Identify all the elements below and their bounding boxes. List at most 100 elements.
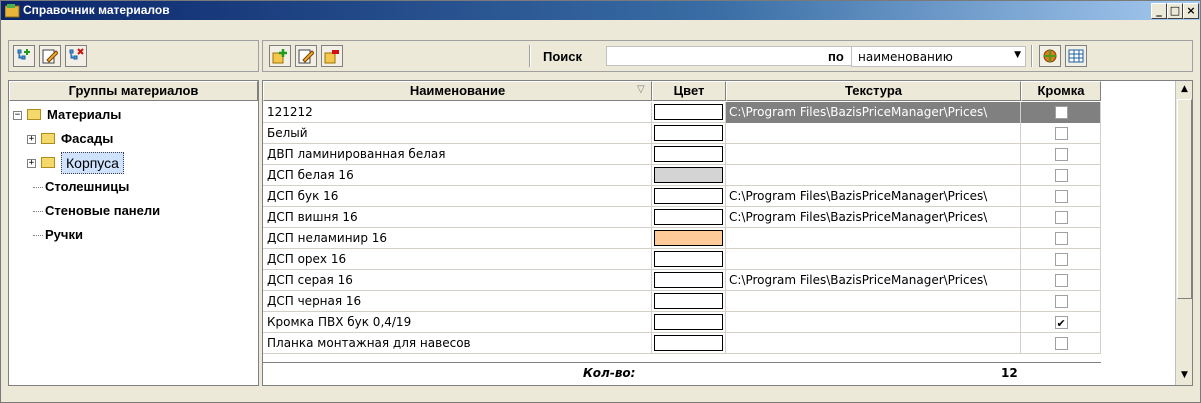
cell-edge xyxy=(1021,186,1101,207)
table-row[interactable]: ДСП орех 16 xyxy=(263,249,1101,270)
add-group-button[interactable] xyxy=(13,45,35,67)
cell-texture xyxy=(726,291,1021,312)
grid-footer: Кол-во: 12 xyxy=(263,362,1101,384)
cell-edge xyxy=(1021,123,1101,144)
maximize-button[interactable]: □ xyxy=(1167,3,1183,19)
delete-group-button[interactable] xyxy=(65,45,87,67)
tree-delete-icon xyxy=(69,48,84,60)
tree-item[interactable]: Ручки xyxy=(9,223,258,247)
cell-name: ДСП серая 16 xyxy=(263,270,652,291)
cell-texture xyxy=(726,123,1021,144)
color-swatch[interactable] xyxy=(654,314,723,330)
cell-color xyxy=(652,291,726,312)
cell-texture: C:\Program Files\BazisPriceManager\Price… xyxy=(726,207,1021,228)
scroll-up-icon[interactable]: ▲ xyxy=(1177,82,1192,97)
delete-material-button[interactable] xyxy=(321,45,343,67)
edge-checkbox[interactable] xyxy=(1054,127,1068,140)
table-row[interactable]: 121212 C:\Program Files\BazisPriceManager… xyxy=(263,102,1101,123)
materials-toolbar: Поиск по наименованию ▼ xyxy=(262,40,1193,72)
color-swatch[interactable] xyxy=(654,293,723,309)
cell-color xyxy=(652,249,726,270)
sort-icon: ▽ xyxy=(637,84,645,95)
table-row[interactable]: ДСП неламинир 16 xyxy=(263,228,1101,249)
scrollbar-thumb[interactable] xyxy=(1177,99,1192,299)
scroll-down-icon[interactable]: ▼ xyxy=(1177,368,1192,383)
edge-checkbox[interactable] xyxy=(1054,211,1068,224)
edge-checkbox[interactable] xyxy=(1054,232,1068,245)
color-swatch[interactable] xyxy=(654,335,723,351)
minimize-button[interactable]: _ xyxy=(1151,3,1167,19)
cell-name: ДСП черная 16 xyxy=(263,291,652,312)
cell-edge xyxy=(1021,144,1101,165)
table-row[interactable]: Кромка ПВХ бук 0,4/19 xyxy=(263,312,1101,333)
collapse-icon[interactable]: − xyxy=(13,111,22,120)
color-swatch[interactable] xyxy=(654,104,723,120)
table-row[interactable]: ДВП ламинированная белая xyxy=(263,144,1101,165)
count-value: 12 xyxy=(1001,366,1018,380)
folder-icon xyxy=(41,133,55,144)
column-name-header[interactable]: Наименование xyxy=(263,81,652,101)
color-swatch[interactable] xyxy=(654,251,723,267)
tree-item[interactable]: + Фасады xyxy=(9,127,258,151)
cell-color xyxy=(652,102,726,123)
tree-item[interactable]: Стеновые панели xyxy=(9,199,258,223)
tree-item[interactable]: − Материалы xyxy=(9,103,258,127)
tree-item-label: Столешницы xyxy=(45,179,130,194)
table-row[interactable]: ДСП бук 16 C:\Program Files\BazisPriceMan… xyxy=(263,186,1101,207)
table-view-button[interactable] xyxy=(1065,45,1087,67)
edge-checkbox[interactable] xyxy=(1054,106,1068,119)
edge-checkbox[interactable] xyxy=(1054,295,1068,308)
table-row[interactable]: ДСП вишня 16 C:\Program Files\BazisPriceM… xyxy=(263,207,1101,228)
tree-item[interactable]: Столешницы xyxy=(9,175,258,199)
vertical-scrollbar[interactable]: ▲ ▼ xyxy=(1175,81,1192,385)
cell-edge xyxy=(1021,270,1101,291)
expand-icon[interactable]: + xyxy=(27,135,36,144)
dropdown-arrow-icon: ▼ xyxy=(1014,50,1021,60)
cell-name: ДСП белая 16 xyxy=(263,165,652,186)
column-color-header[interactable]: Цвет xyxy=(652,81,726,101)
cell-color xyxy=(652,186,726,207)
search-field-select[interactable]: наименованию ▼ xyxy=(851,46,1026,67)
cell-name: Планка монтажная для навесов xyxy=(263,333,652,354)
color-swatch[interactable] xyxy=(654,167,723,183)
folder-icon xyxy=(41,157,55,168)
edge-checkbox[interactable] xyxy=(1054,169,1068,182)
tree-item-label: Стеновые панели xyxy=(45,203,161,218)
table-row[interactable]: ДСП серая 16 C:\Program Files\BazisPriceM… xyxy=(263,270,1101,291)
export-button[interactable] xyxy=(1039,45,1061,67)
color-swatch[interactable] xyxy=(654,272,723,288)
table-row[interactable]: Планка монтажная для навесов xyxy=(263,333,1101,354)
cell-edge xyxy=(1021,102,1101,123)
color-swatch[interactable] xyxy=(654,209,723,225)
table-row[interactable]: ДСП белая 16 xyxy=(263,165,1101,186)
color-swatch[interactable] xyxy=(654,188,723,204)
tree-item[interactable]: + Корпуса xyxy=(9,151,258,175)
close-button[interactable]: × xyxy=(1183,3,1199,19)
add-icon xyxy=(272,49,287,64)
color-swatch[interactable] xyxy=(654,230,723,246)
title-bar[interactable]: Справочник материалов xyxy=(1,1,1200,20)
table-row[interactable]: Белый xyxy=(263,123,1101,144)
groups-panel: Группы материалов − Материалы + Фасады + Корп… xyxy=(8,80,259,386)
cell-texture: C:\Program Files\BazisPriceManager\Price… xyxy=(726,270,1021,291)
edit-material-button[interactable] xyxy=(295,45,317,67)
cell-texture xyxy=(726,165,1021,186)
column-edge-header[interactable]: Кромка xyxy=(1021,81,1101,101)
edge-checkbox[interactable] xyxy=(1054,190,1068,203)
edit-group-button[interactable] xyxy=(39,45,61,67)
color-swatch[interactable] xyxy=(654,125,723,141)
edge-checkbox[interactable] xyxy=(1054,253,1068,266)
column-texture-header[interactable]: Текстура xyxy=(726,81,1021,101)
delete-icon xyxy=(324,50,339,64)
table-row[interactable]: ДСП черная 16 xyxy=(263,291,1101,312)
color-swatch[interactable] xyxy=(654,146,723,162)
groups-header: Группы материалов xyxy=(9,81,258,101)
edge-checkbox[interactable] xyxy=(1054,274,1068,287)
edit-icon xyxy=(298,49,314,64)
add-material-button[interactable] xyxy=(269,45,291,67)
edge-checkbox[interactable] xyxy=(1054,148,1068,161)
cell-texture xyxy=(726,333,1021,354)
edge-checkbox[interactable] xyxy=(1054,337,1068,350)
edge-checkbox[interactable] xyxy=(1054,314,1068,333)
expand-icon[interactable]: + xyxy=(27,159,36,168)
